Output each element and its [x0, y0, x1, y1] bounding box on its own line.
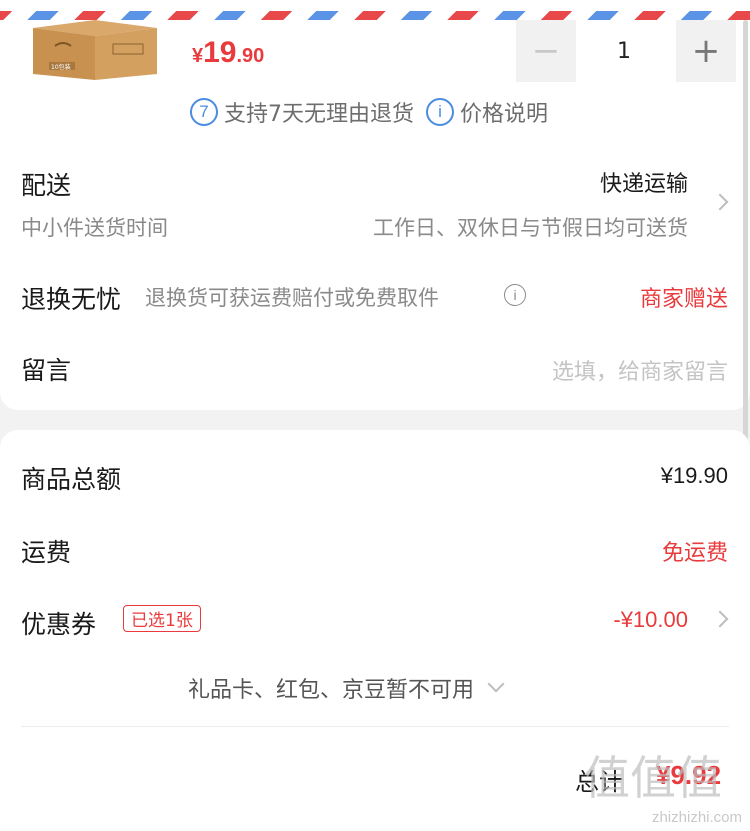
goods-total-label: 商品总额 [21, 465, 122, 494]
delivery-method[interactable]: 快递运输 [600, 166, 688, 198]
shipping-label: 运费 [21, 538, 72, 567]
watermark-logo: 值值值 [584, 751, 722, 804]
message-input[interactable]: 选填，给商家留言 [552, 354, 728, 386]
price-integer: 19 [203, 36, 237, 69]
info-icon: i [426, 98, 454, 126]
message-title: 留言 [21, 356, 72, 385]
increase-button[interactable]: + [676, 20, 736, 82]
product-box-image[interactable]: 10包装 [25, 18, 165, 80]
return-tag: 商家赠送 [639, 287, 728, 312]
goods-total-value: ¥19.90 [660, 463, 728, 488]
shipping-value: 免运费 [661, 540, 728, 565]
policy-row: 7 支持7天无理由退货 i 价格说明 [190, 97, 548, 127]
delivery-chevron-icon[interactable] [711, 193, 729, 211]
coupon-label: 优惠券 [21, 610, 97, 639]
coupon-value[interactable]: -¥10.00 [613, 607, 688, 633]
seven-day-return-text[interactable]: 支持7天无理由退货 [224, 96, 414, 128]
delivery-schedule: 工作日、双休日与节假日均可送货 [373, 216, 688, 240]
decrease-button[interactable]: − [516, 20, 576, 82]
price-explanation-link[interactable]: 价格说明 [460, 96, 548, 128]
watermark-text: zhizhizhi.com [651, 809, 742, 826]
price-currency: ¥ [192, 45, 204, 67]
coupon-badge: 已选1张 [123, 605, 201, 632]
product-price: ¥19.90 [192, 36, 264, 70]
return-desc: 退换货可获运费赔付或免费取件 [145, 286, 439, 310]
divider [21, 726, 729, 727]
quantity-value[interactable]: 1 [584, 20, 664, 82]
delivery-title: 配送 [21, 171, 72, 200]
quantity-stepper: − 1 + [516, 20, 736, 82]
order-item-card: 10包装 ¥19.90 − 1 + 7 支持7天无理由退货 i 价格说明 配送 … [0, 0, 750, 410]
return-title: 退换无忧 [21, 285, 122, 314]
return-info-icon[interactable]: i [504, 284, 526, 306]
delivery-subtitle: 中小件送货时间 [21, 216, 168, 240]
chevron-down-icon [487, 675, 505, 693]
unavailable-text: 礼品卡、红包、京豆暂不可用 [188, 678, 475, 703]
svg-text:10包装: 10包装 [51, 63, 71, 71]
watermark: 值值值 zhizhizhi.com [582, 748, 742, 828]
unavailable-payments[interactable]: 礼品卡、红包、京豆暂不可用 [188, 672, 505, 704]
svg-text:值值值: 值值值 [584, 751, 722, 804]
price-decimal: .90 [236, 45, 265, 67]
seven-day-return-icon: 7 [190, 98, 218, 126]
